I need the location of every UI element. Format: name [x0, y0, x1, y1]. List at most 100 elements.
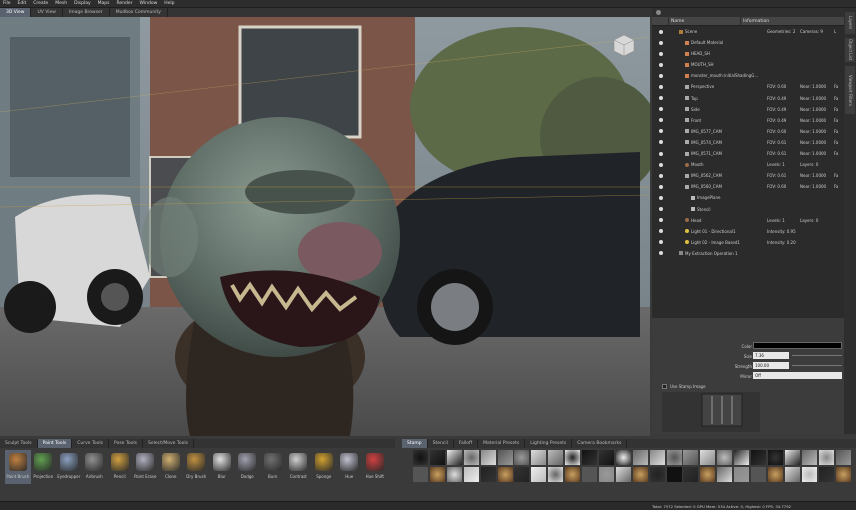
size-field[interactable]: 7.36 [753, 352, 789, 359]
tool-hue-shift[interactable]: Hue Shift [362, 450, 388, 484]
visibility-toggle-icon[interactable] [659, 184, 663, 189]
visibility-toggle-icon[interactable] [659, 251, 663, 256]
visibility-toggle-icon[interactable] [659, 51, 663, 56]
tree-row[interactable]: Head Levels: 1 Layers: 0 [652, 215, 844, 226]
stamp-swatch[interactable] [531, 467, 547, 482]
stamp-swatch[interactable] [751, 467, 766, 482]
tree-row[interactable]: Default Material [652, 37, 844, 48]
stamp-swatch[interactable] [767, 450, 783, 465]
visibility-toggle-icon[interactable] [659, 218, 663, 223]
tree-row[interactable]: My Extraction Operation 1 [652, 248, 844, 259]
tree-row[interactable]: Front FOV: 0.49 Near: 1.0000 Fa [652, 115, 844, 126]
stamp-swatch[interactable] [683, 467, 699, 482]
tool-tab-curve-tools[interactable]: Curve Tools [72, 439, 110, 448]
view-cube[interactable] [612, 33, 636, 57]
tree-row[interactable]: Light 01 - Directional1 Intensity: 0.95 [652, 226, 844, 237]
visibility-icon[interactable] [656, 10, 661, 15]
stamp-swatch[interactable] [835, 467, 851, 482]
stamp-swatch[interactable] [548, 450, 564, 465]
menu-render[interactable]: Render [117, 1, 133, 6]
visibility-toggle-icon[interactable] [659, 195, 663, 200]
visibility-toggle-icon[interactable] [659, 73, 663, 78]
stamp-swatch[interactable] [784, 467, 800, 482]
stamp-swatch[interactable] [531, 450, 547, 465]
visibility-toggle-icon[interactable] [659, 84, 663, 89]
tree-row[interactable]: MOUTH_SH [652, 59, 844, 70]
tree-row[interactable]: Light 02 - Image Based1 Intensity: 0.20 [652, 237, 844, 248]
menu-edit[interactable]: Edit [18, 1, 27, 6]
visibility-toggle-icon[interactable] [659, 240, 663, 245]
tool-tab-paint-tools[interactable]: Paint Tools [37, 439, 73, 448]
stamp-swatch[interactable] [598, 467, 614, 482]
tool-paint-brush[interactable]: Paint Brush [5, 450, 31, 484]
stamp-swatch[interactable] [565, 467, 581, 482]
menu-mesh[interactable]: Mesh [55, 1, 67, 6]
stamp-swatch[interactable] [463, 450, 479, 465]
stamp-swatch[interactable] [649, 450, 665, 465]
tree-row[interactable]: monster_mouth:initialShadingG... [652, 70, 844, 81]
stamp-tab-stamp[interactable]: Stamp [402, 439, 428, 448]
stamp-swatch[interactable] [582, 467, 597, 482]
stamp-swatch[interactable] [615, 450, 631, 465]
stamp-tab-stencil[interactable]: Stencil [428, 439, 454, 448]
stamp-swatch[interactable] [666, 450, 682, 465]
view-tab-uv-view[interactable]: UV View [31, 8, 63, 17]
tool-dodge[interactable]: Dodge [235, 450, 261, 484]
stamp-swatch[interactable] [514, 450, 530, 465]
visibility-toggle-icon[interactable] [659, 107, 663, 112]
menu-file[interactable]: File [3, 1, 11, 6]
tool-dry-brush[interactable]: Dry Brush [184, 450, 210, 484]
visibility-toggle-icon[interactable] [659, 118, 663, 123]
stamp-swatch[interactable] [717, 467, 733, 482]
visibility-toggle-icon[interactable] [659, 173, 663, 178]
view-tab-image-browser[interactable]: Image Browser [63, 8, 110, 17]
strength-slider[interactable] [792, 365, 842, 366]
view-tab-mudbox-community[interactable]: Mudbox Community [110, 8, 168, 17]
tool-blur[interactable]: Blur [209, 450, 235, 484]
mirror-dropdown[interactable]: Off [753, 372, 842, 379]
menu-create[interactable]: Create [33, 1, 48, 6]
side-tab-viewport-filters[interactable]: Viewport Filters [845, 66, 855, 114]
menu-window[interactable]: Window [140, 1, 158, 6]
tree-row[interactable]: IMG_0571_CAM FOV: 0.61 Near: 1.0000 Fa [652, 148, 844, 159]
tree-row[interactable]: IMG_0560_CAM FOV: 0.60 Near: 1.0000 Fa [652, 181, 844, 192]
tree-row[interactable]: IMG_0574_CAM FOV: 0.61 Near: 1.0000 Fa [652, 137, 844, 148]
stamp-swatch[interactable] [700, 467, 716, 482]
tree-row[interactable]: ImagePlane [652, 192, 844, 203]
stamp-swatch[interactable] [649, 467, 665, 482]
visibility-toggle-icon[interactable] [659, 151, 663, 156]
menu-display[interactable]: Display [74, 1, 91, 6]
visibility-toggle-icon[interactable] [659, 207, 663, 211]
stamp-swatch[interactable] [446, 467, 462, 482]
stamp-tab-camera-bookmarks[interactable]: Camera Bookmarks [572, 439, 628, 448]
tree-row[interactable]: HEAD_SH [652, 48, 844, 59]
tool-eyedropper[interactable]: Eyedropper [56, 450, 82, 484]
stamp-tab-falloff[interactable]: Falloff [454, 439, 479, 448]
stamp-swatch[interactable] [801, 467, 817, 482]
tree-row[interactable]: Top FOV: 0.49 Near: 1.0000 Fa [652, 93, 844, 104]
visibility-toggle-icon[interactable] [659, 140, 663, 145]
tool-projection[interactable]: Projection [31, 450, 57, 484]
visibility-toggle-icon[interactable] [659, 229, 663, 234]
stamp-swatch[interactable] [784, 450, 800, 465]
stamp-swatch[interactable] [598, 450, 614, 465]
visibility-toggle-icon[interactable] [659, 62, 663, 67]
stamp-swatch[interactable] [632, 450, 648, 465]
stamp-tab-material-presets[interactable]: Material Presets [478, 439, 526, 448]
tool-tab-select-move-tools[interactable]: Select/Move Tools [143, 439, 194, 448]
tool-airbrush[interactable]: Airbrush [82, 450, 108, 484]
view-tab-3d-view[interactable]: 3D View [0, 8, 32, 17]
tree-row[interactable]: IMG_0562_CAM FOV: 0.61 Near: 1.0000 Fa [652, 170, 844, 181]
tree-row[interactable]: Scene Geometries: 2 Cameras: 9 L [652, 26, 844, 37]
stamp-preview[interactable] [662, 386, 760, 434]
side-tab-object-list[interactable]: Object List [845, 38, 855, 62]
information-column-header[interactable]: Information [740, 17, 844, 25]
stamp-swatch[interactable] [497, 450, 513, 465]
stamp-swatch[interactable] [548, 467, 564, 482]
stamp-swatch[interactable] [429, 450, 445, 465]
stamp-swatch[interactable] [429, 467, 445, 482]
name-column-header[interactable]: Name [668, 17, 740, 25]
stamp-swatch[interactable] [632, 467, 648, 482]
tree-row[interactable]: IMG_0577_CAM FOV: 0.60 Near: 1.0000 Fa [652, 126, 844, 137]
color-swatch[interactable] [753, 342, 842, 349]
